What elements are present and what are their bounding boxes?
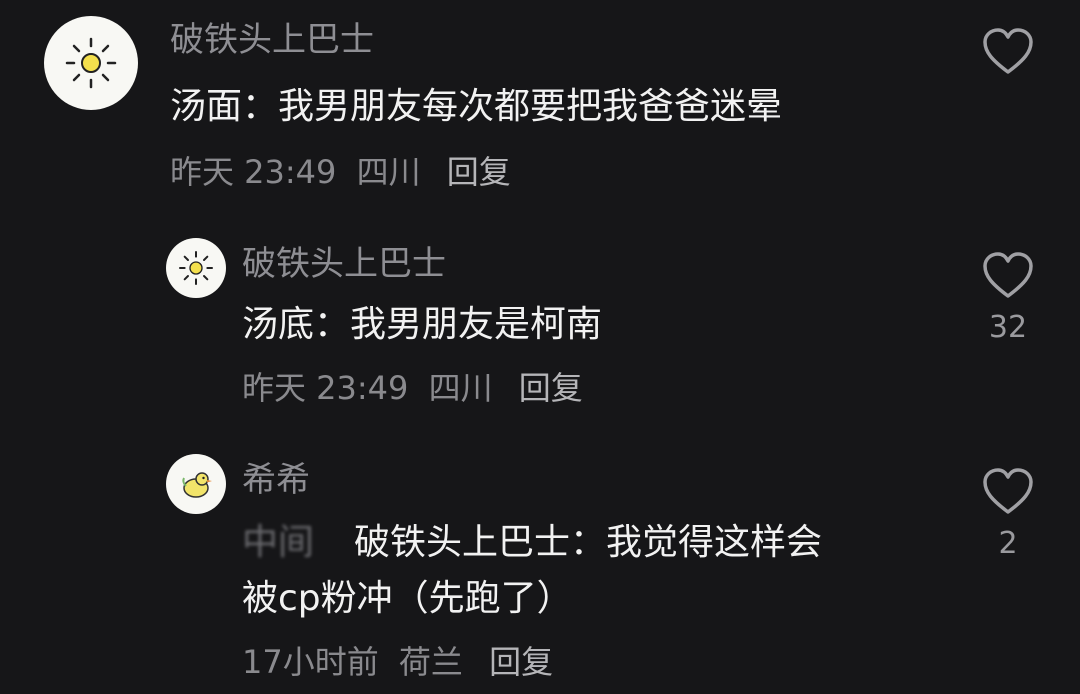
comment-text: 汤底：我男朋友是柯南 (242, 304, 603, 345)
username[interactable]: 希希 (242, 460, 310, 500)
timestamp: 昨天 23:49 (242, 369, 409, 407)
like-button[interactable]: 2 (980, 468, 1036, 562)
like-count: 32 (988, 310, 1028, 345)
reply-button[interactable]: 回复 (447, 153, 511, 191)
location: 四川 (356, 153, 421, 191)
username[interactable]: 破铁头上巴士 (170, 20, 374, 60)
avatar[interactable] (166, 238, 226, 298)
sun-icon (65, 37, 117, 89)
comment-meta: 昨天 23:49 四川 回复 (242, 368, 593, 408)
heart-icon (983, 252, 1033, 298)
avatar[interactable] (166, 454, 226, 514)
avatar[interactable] (44, 16, 138, 110)
heart-icon (983, 468, 1033, 514)
comment-text-line1: 破铁头上巴士：我觉得这样会 (354, 522, 823, 563)
comment-text: 汤面：我男朋友每次都要把我爸爸迷晕 (170, 86, 783, 127)
timestamp: 17小时前 (242, 643, 379, 681)
location: 四川 (428, 369, 493, 407)
like-count: 2 (998, 526, 1018, 561)
username[interactable]: 破铁头上巴士 (242, 244, 446, 284)
like-button[interactable]: 32 (980, 252, 1036, 346)
reply-button[interactable]: 回复 (519, 369, 583, 407)
like-button[interactable] (980, 28, 1036, 86)
reply-button[interactable]: 回复 (489, 643, 553, 681)
comment-text: 中间 破铁头上巴士：我觉得这样会 (242, 516, 822, 570)
timestamp: 昨天 23:49 (170, 153, 337, 191)
blurred-tag: 中间 (242, 522, 315, 563)
comment-meta: 昨天 23:49 四川 回复 (170, 152, 521, 192)
comment-text-line2: 被cp粉冲（先跑了） (242, 578, 573, 619)
sun-icon (179, 251, 213, 285)
comment-meta: 17小时前 荷兰 回复 (242, 642, 563, 682)
heart-icon (983, 28, 1033, 74)
duck-icon (182, 472, 212, 498)
location: 荷兰 (398, 643, 463, 681)
